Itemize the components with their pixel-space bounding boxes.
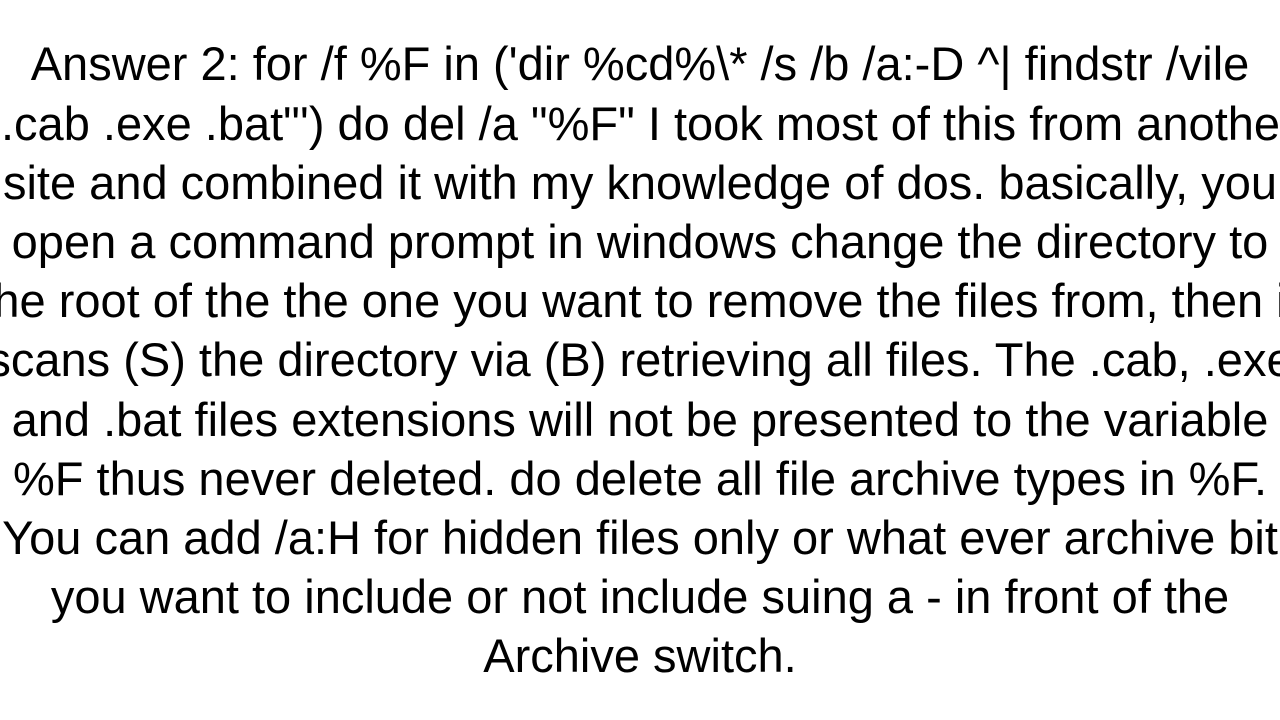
answer-body-text: Answer 2: for /f %F in ('dir %cd%\* /s /… <box>0 34 1280 685</box>
document-page: Answer 2: for /f %F in ('dir %cd%\* /s /… <box>0 0 1280 720</box>
